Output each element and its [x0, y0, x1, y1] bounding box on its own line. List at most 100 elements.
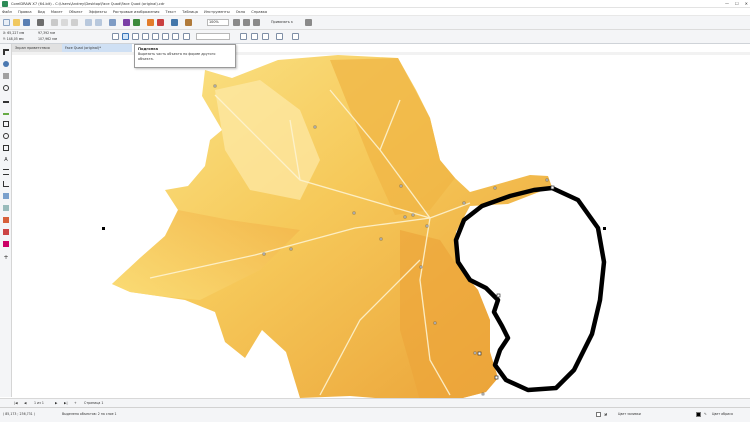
full-screen-icon[interactable] [233, 19, 240, 26]
shape-tool-icon[interactable] [3, 61, 9, 67]
coreldraw-logo-icon [2, 0, 8, 7]
zoom-tool-icon[interactable] [3, 85, 9, 91]
menu-bar: Файл Правка Вид Макет Объект Эффекты Рас… [0, 8, 750, 16]
menu-file[interactable]: Файл [2, 10, 12, 14]
to-back-icon[interactable] [251, 33, 258, 40]
artistic-media-tool-icon[interactable] [3, 109, 9, 115]
intersect-icon[interactable] [132, 33, 139, 40]
close-button[interactable]: ✕ [745, 1, 748, 6]
maximize-button[interactable]: ☐ [735, 1, 739, 6]
menu-tools[interactable]: Инструменты [204, 10, 230, 14]
fill-color-icon: ◪ [604, 412, 608, 416]
minimize-button[interactable]: — [725, 1, 729, 6]
page-navigator-bar: |◀ ◀ 1 из 1 ▶ ▶| + Страница 1 [0, 398, 750, 407]
drawing-canvas[interactable] [12, 55, 750, 398]
tab-face-quad-document[interactable]: Face Quad (original)* [62, 44, 132, 52]
property-bar: X: 65,227 мм Y: 148,05 мм 97,392 мм 107,… [0, 30, 750, 44]
outline-color-swatch[interactable] [696, 412, 701, 417]
tooltip-title: Подгонка [138, 47, 159, 51]
pick-tool-icon[interactable] [3, 49, 9, 55]
menu-window[interactable]: Окно [236, 10, 246, 14]
tab-welcome-screen[interactable]: Экран приветствия [12, 44, 62, 52]
title-bar: CorelDRAW X7 (64-bit) - C:\Users\Andrey\… [0, 0, 750, 8]
export-icon[interactable] [133, 19, 140, 26]
show-rulers-icon[interactable] [243, 19, 250, 26]
parallel-dimension-tool-icon[interactable] [3, 169, 9, 175]
options-gear-icon[interactable] [305, 19, 312, 26]
rectangle-tool-icon[interactable] [3, 121, 9, 127]
outline-pen-icon: ✎ [704, 412, 707, 416]
height-field[interactable]: 107,962 мм [38, 37, 57, 41]
menu-object[interactable]: Объект [69, 10, 83, 14]
crop-tool-icon[interactable] [3, 73, 9, 79]
import-icon[interactable] [123, 19, 130, 26]
x-position-field[interactable]: X: 65,227 мм [3, 31, 24, 35]
trim-icon[interactable] [122, 33, 129, 40]
status-bar: ( 85,173 ; 236,731 ) Выделено объектов: … [0, 407, 750, 422]
y-position-field[interactable]: Y: 148,05 мм [3, 37, 24, 41]
interactive-fill-tool-icon[interactable] [3, 229, 9, 235]
weld-icon[interactable] [112, 33, 119, 40]
smart-fill-tool-icon[interactable] [3, 241, 9, 247]
open-folder-icon[interactable] [13, 19, 20, 26]
front-minus-back-icon[interactable] [152, 33, 159, 40]
copy-icon[interactable] [61, 19, 68, 26]
wrap-text-icon[interactable] [276, 33, 283, 40]
to-front-icon[interactable] [240, 33, 247, 40]
zoom-level-dropdown[interactable]: 100% [207, 19, 229, 26]
show-grid-icon[interactable] [253, 19, 260, 26]
window-title: CorelDRAW X7 (64-bit) - C:\Users\Andrey\… [11, 1, 165, 6]
drop-shadow-tool-icon[interactable] [3, 193, 9, 199]
cut-icon[interactable] [51, 19, 58, 26]
menu-bitmaps[interactable]: Растровые изображения [113, 10, 160, 14]
toolbox: A + [0, 44, 12, 397]
selection-info: Выделено объектов: 2 на слое 1 [62, 412, 117, 416]
cursor-coordinates: ( 85,173 ; 236,731 ) [3, 412, 35, 416]
menu-help[interactable]: Справка [251, 10, 267, 14]
window-controls: — ☐ ✕ [725, 1, 748, 6]
menu-text[interactable]: Текст [165, 10, 176, 14]
welcome-screen-icon[interactable] [185, 19, 192, 26]
menu-layout[interactable]: Макет [51, 10, 63, 14]
save-icon[interactable] [23, 19, 30, 26]
new-document-icon[interactable] [3, 19, 10, 26]
publish-pdf-icon[interactable] [147, 19, 154, 26]
standard-toolbar: 100% Привязать к [0, 16, 750, 30]
fill-color-label: Цвет заливки [618, 412, 641, 416]
text-tool-icon[interactable]: A [3, 157, 9, 163]
trim-tooltip: Подгонка Вырезать часть объекта по форме… [134, 44, 236, 68]
ellipse-tool-icon[interactable] [3, 133, 9, 139]
create-boundary-icon[interactable] [172, 33, 179, 40]
simplify-icon[interactable] [142, 33, 149, 40]
color-eyedropper-tool-icon[interactable] [3, 217, 9, 223]
selection-handle-left[interactable] [102, 227, 105, 230]
freehand-tool-icon[interactable] [3, 97, 9, 103]
fill-color-swatch[interactable] [596, 412, 601, 417]
undo-icon[interactable] [85, 19, 92, 26]
combine-icon[interactable] [183, 33, 190, 40]
menu-edit[interactable]: Правка [18, 10, 32, 14]
transparency-tool-icon[interactable] [3, 205, 9, 211]
add-tool-icon[interactable]: + [3, 255, 9, 261]
connector-tool-icon[interactable] [3, 181, 9, 187]
snap-to-dropdown[interactable]: Привязать к [271, 19, 301, 26]
search-icon[interactable] [109, 19, 116, 26]
outline-width-dropdown[interactable] [196, 33, 230, 40]
print-icon[interactable] [37, 19, 44, 26]
canvas-artwork [102, 55, 607, 398]
menu-view[interactable]: Вид [38, 10, 45, 14]
back-minus-front-icon[interactable] [162, 33, 169, 40]
quick-customize-icon[interactable] [292, 33, 299, 40]
menu-effects[interactable]: Эффекты [89, 10, 107, 14]
leaf-shadow-region-lower [400, 230, 498, 398]
width-field[interactable]: 97,392 мм [38, 31, 55, 35]
corel-connect-icon[interactable] [157, 19, 164, 26]
polygon-tool-icon[interactable] [3, 145, 9, 151]
menu-table[interactable]: Таблица [182, 10, 198, 14]
outline-color-label: Цвет абриса [712, 412, 733, 416]
align-distribute-icon[interactable] [262, 33, 269, 40]
paste-icon[interactable] [71, 19, 78, 26]
app-launcher-icon[interactable] [171, 19, 178, 26]
selection-handle-right[interactable] [603, 227, 606, 230]
redo-icon[interactable] [95, 19, 102, 26]
